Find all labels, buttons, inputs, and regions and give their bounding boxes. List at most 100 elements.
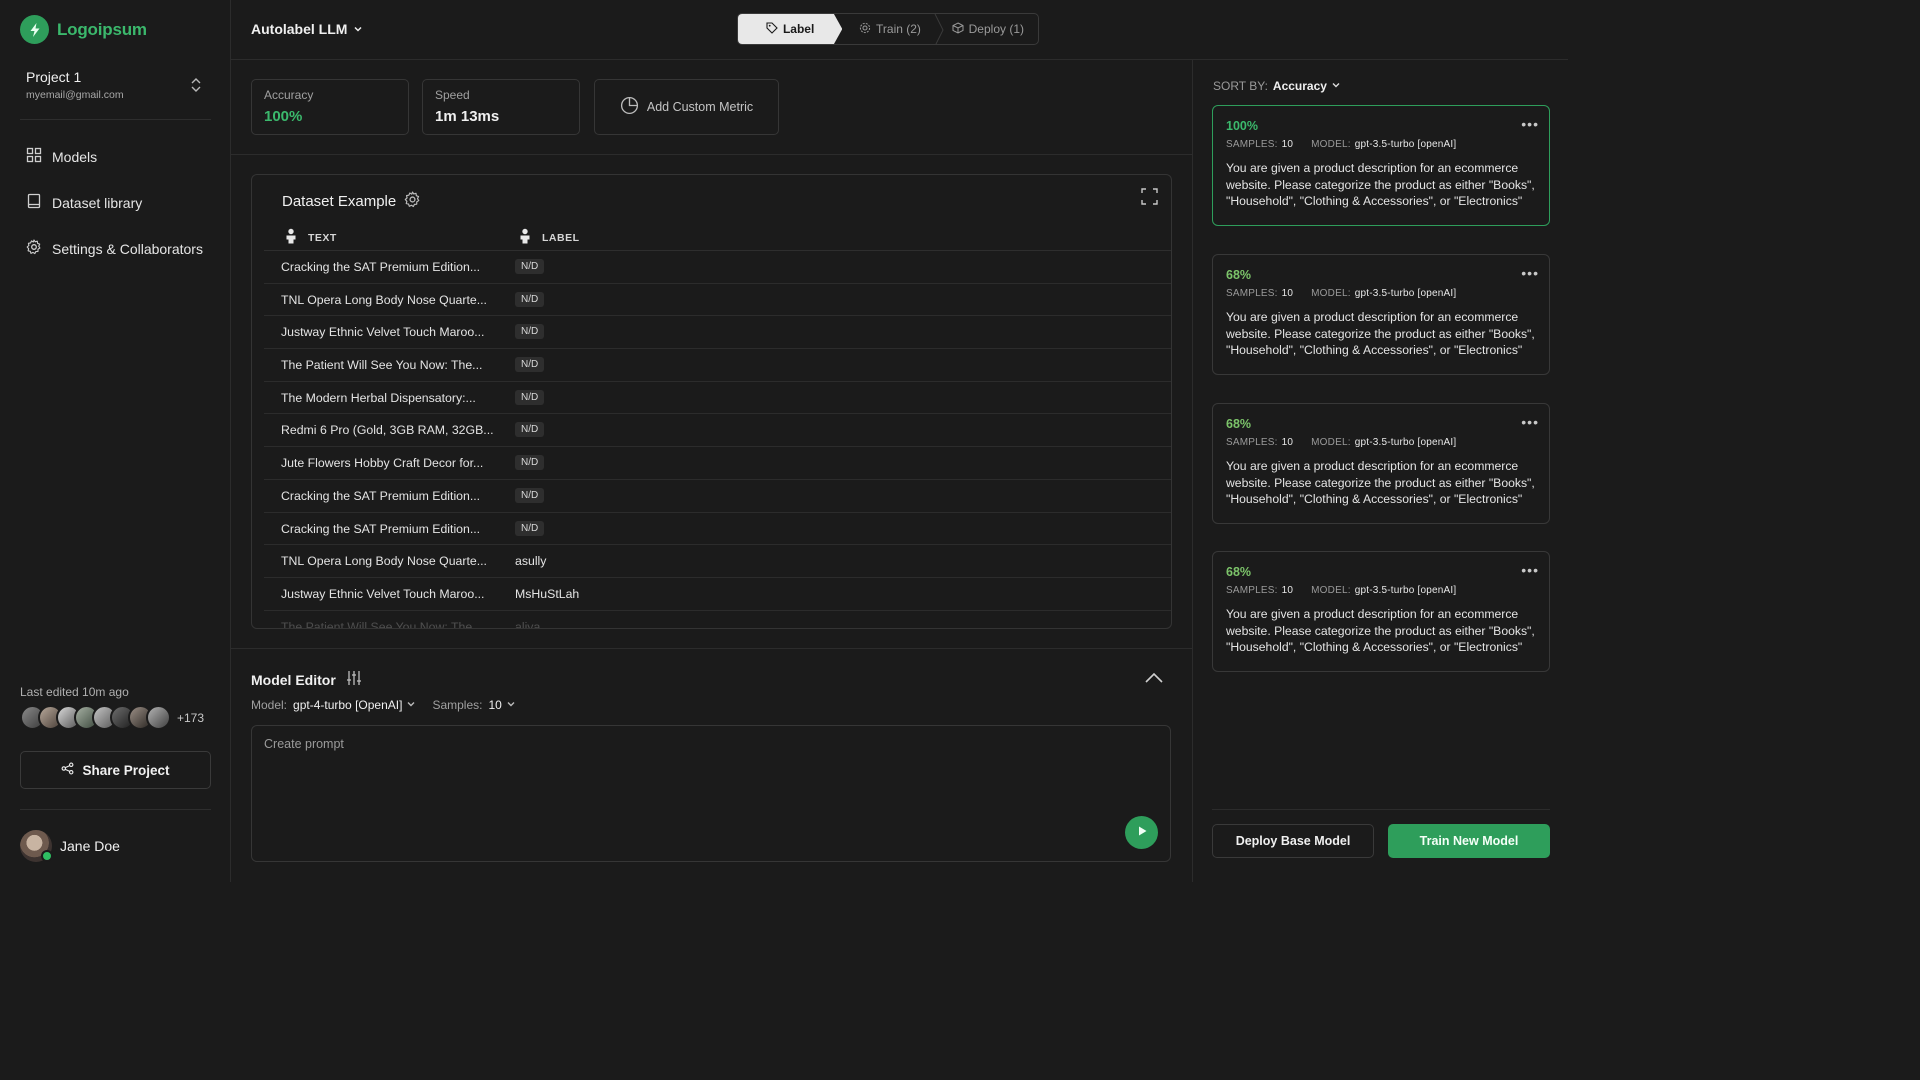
samples-select[interactable]: 10 [488,698,515,712]
bottom-actions: Deploy Base Model Train New Model [1212,809,1550,879]
model-select[interactable]: gpt-4-turbo [OpenAI] [293,698,416,712]
table-header: TEXT LABEL [264,221,1171,251]
step-train-text: Train (2) [876,22,921,36]
dataset-title: Dataset Example [282,193,397,210]
model-label: MODEL: [1311,585,1351,596]
samples-value: 10 [1281,437,1294,448]
column-header-label: LABEL [542,231,580,244]
sidebar-item-models[interactable]: Models [26,147,97,166]
package-icon [952,21,964,37]
step-label-text: Label [782,22,815,36]
samples-label: Samples: [432,698,483,712]
lightning-icon [20,15,49,44]
more-options-icon[interactable]: ••• [1521,116,1539,132]
label-badge: N/D [515,357,545,373]
step-label[interactable]: Label [738,14,843,44]
share-icon [61,762,74,778]
chevron-down-icon [406,698,416,712]
table-row[interactable]: TNL Opera Long Body Nose Quarte... asully [264,545,1171,578]
step-separator [934,14,944,44]
table-row[interactable]: Cracking the SAT Premium Edition... N/D [264,251,1171,284]
label-badge: N/D [515,389,545,405]
chevron-up-down-icon[interactable] [188,76,204,94]
table-row[interactable]: Justway Ethnic Velvet Touch Maroo... N/D [264,316,1171,350]
prompt-input[interactable] [252,726,1170,861]
table-row[interactable]: The Patient Will See You Now: The... N/D [264,349,1171,382]
samples-label: SAMPLES: [1226,288,1278,299]
step-train[interactable]: Train (2) [842,14,937,44]
gear-icon [26,239,42,258]
deploy-base-model-button[interactable]: Deploy Base Model [1212,824,1374,858]
expand-icon[interactable] [1141,188,1158,205]
add-custom-metric-button[interactable]: Add Custom Metric [594,79,779,135]
table-row[interactable]: Cracking the SAT Premium Edition... N/D [264,513,1171,546]
column-header-label-col: LABEL [518,228,580,247]
sort-by-select[interactable]: Accuracy [1273,79,1341,93]
prompt-editor [251,725,1171,862]
card-prompt-text: You are given a product description for … [1226,459,1535,506]
pie-chart-icon [620,96,639,118]
more-options-icon[interactable]: ••• [1521,414,1539,430]
row-text: Jute Flowers Hobby Craft Decor for... [281,456,484,471]
speed-value: 1m 13ms [435,108,500,125]
collaborator-avatars[interactable]: +173 [20,705,204,730]
more-options-icon[interactable]: ••• [1521,562,1539,578]
logo[interactable]: Logoipsum [20,15,147,44]
step-deploy[interactable]: Deploy (1) [938,14,1038,44]
train-new-model-button[interactable]: Train New Model [1388,824,1550,858]
table-row[interactable]: TNL Opera Long Body Nose Quarte... N/D [264,284,1171,317]
samples-select-value: 10 [488,698,502,712]
project-email: myemail@gmail.com [26,89,124,101]
share-project-button[interactable]: Share Project [20,751,211,789]
column-header-label: TEXT [308,231,337,244]
label-badge: N/D [515,455,545,471]
chevron-down-icon [353,21,363,37]
model-card[interactable]: 100% ••• SAMPLES: 10 MODEL: gpt-3.5-turbo [op… [1212,105,1550,226]
sidebar-item-dataset-library[interactable]: Dataset library [26,193,142,212]
grid-icon [26,147,42,166]
model-editor-title: Model Editor [251,671,336,688]
table-row[interactable]: Cracking the SAT Premium Edition... N/D [264,480,1171,513]
user-name: Jane Doe [60,838,120,854]
row-text: The Modern Herbal Dispensatory:... [281,390,476,405]
card-prompt-text: You are given a product description for … [1226,161,1535,208]
row-label: aliya [515,619,541,629]
card-score: 68% [1226,417,1252,431]
chevron-up-icon[interactable] [1144,670,1164,686]
row-text: TNL Opera Long Body Nose Quarte... [281,292,487,307]
avatar [146,705,171,730]
model-value: gpt-3.5-turbo [openAI] [1354,437,1457,448]
card-score: 68% [1226,565,1252,579]
metric-label: Accuracy [264,88,314,102]
table-row[interactable]: The Patient Will See You Now: The... aliy… [264,611,1171,629]
user-profile[interactable]: Jane Doe [20,830,120,862]
more-options-icon[interactable]: ••• [1521,265,1539,281]
table-row[interactable]: Redmi 6 Pro (Gold, 3GB RAM, 32GB... N/D [264,414,1171,448]
row-text: Cracking the SAT Premium Edition... [281,488,481,503]
model-value: gpt-3.5-turbo [openAI] [1354,288,1457,299]
table-row[interactable]: Jute Flowers Hobby Craft Decor for... N/D [264,447,1171,480]
card-prompt-text: You are given a product description for … [1226,310,1535,357]
run-prompt-button[interactable] [1125,816,1158,849]
model-card[interactable]: 68% ••• SAMPLES: 10 MODEL: gpt-3.5-turbo [ope… [1212,254,1550,375]
book-icon [26,193,42,212]
table-row[interactable]: The Modern Herbal Dispensatory:... N/D [264,382,1171,415]
project-selector[interactable]: Project 1 myemail@gmail.com [26,69,206,101]
model-card[interactable]: 68% ••• SAMPLES: 10 MODEL: gpt-3.5-turbo [ope… [1212,403,1550,524]
sidebar-item-settings[interactable]: Settings & Collaborators [26,239,203,258]
gear-icon[interactable] [404,191,421,212]
row-text: Justway Ethnic Velvet Touch Maroo... [281,586,485,601]
logo-text: Logoipsum [57,19,147,39]
samples-label: SAMPLES: [1226,139,1278,150]
workflow-stepper: Label Train (2) Deploy (1) [737,13,1039,45]
model-card[interactable]: 68% ••• SAMPLES: 10 MODEL: gpt-3.5-turbo [ope… [1212,551,1550,672]
sort-by-label: SORT BY: [1213,79,1268,93]
table-row[interactable]: Justway Ethnic Velvet Touch Maroo... MsHu… [264,578,1171,611]
sliders-icon[interactable] [346,670,362,689]
app-title-dropdown[interactable]: Autolabel LLM [251,21,363,37]
card-meta: SAMPLES: 10 MODEL: gpt-3.5-turbo [openAI] [1226,585,1536,596]
column-header-text: TEXT [284,228,337,247]
row-text: Redmi 6 Pro (Gold, 3GB RAM, 32GB... [281,423,494,438]
model-label: MODEL: [1311,288,1351,299]
dataset-title-row: Dataset Example [282,191,421,212]
